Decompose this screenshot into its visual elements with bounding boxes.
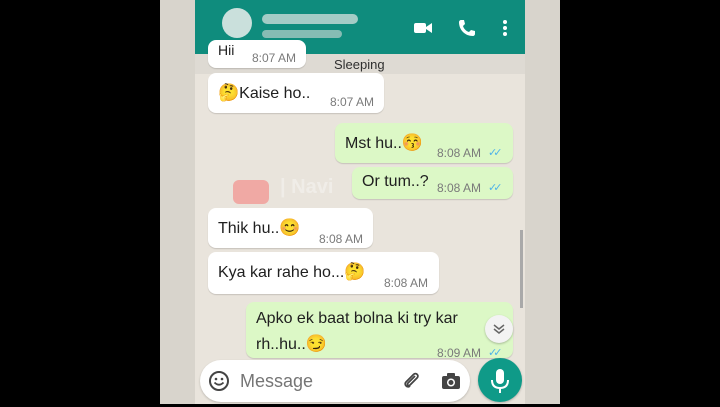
more-vert-icon[interactable] (495, 18, 515, 38)
avatar[interactable] (222, 8, 252, 38)
read-tick-icon: ✓✓ (488, 147, 503, 159)
message-bubble-outgoing[interactable]: Or tum..? 8:08 AM ✓✓ (352, 167, 513, 199)
message-bubble-incoming[interactable]: 🤔Kaise ho.. 8:07 AM (208, 73, 384, 113)
attach-icon[interactable] (400, 370, 422, 397)
message-time: 8:07 AM (330, 95, 375, 109)
read-tick-icon: ✓✓ (488, 182, 503, 194)
smirk-emoji: 😏 (305, 334, 327, 353)
contact-subtitle (262, 30, 342, 38)
camera-icon[interactable] (440, 370, 462, 397)
status-text: Sleeping (334, 57, 385, 72)
mic-button[interactable] (478, 358, 522, 402)
smiling-emoji: 😊 (279, 218, 301, 237)
message-time: 8:09 AM (437, 346, 482, 360)
phone-call-icon[interactable] (457, 18, 477, 38)
youtube-logo-watermark (233, 180, 269, 204)
kissing-emoji: 😚 (401, 133, 424, 152)
video-call-icon[interactable] (413, 18, 433, 38)
message-text: Thik hu..😊 (218, 218, 301, 238)
message-time: 8:08 AM (437, 181, 482, 195)
mic-icon (491, 369, 509, 393)
contact-name[interactable] (262, 14, 358, 24)
wallpaper-left (160, 0, 195, 404)
message-text-content: Mst hu.. (345, 135, 402, 152)
message-text-content: Kaise ho.. (239, 85, 311, 102)
message-input[interactable] (238, 370, 392, 393)
message-text: Mst hu..😚 (345, 133, 423, 153)
message-text: 🤔Kaise ho.. (218, 83, 310, 103)
wallpaper-right (525, 0, 560, 404)
message-text: Or tum..? (362, 173, 429, 190)
message-time: 8:08 AM (437, 146, 482, 160)
message-bubble-outgoing[interactable]: Mst hu..😚 8:08 AM ✓✓ (335, 123, 513, 163)
thinking-emoji: 🤔 (218, 83, 240, 102)
message-composer (200, 360, 470, 402)
message-bubble-incoming[interactable]: Hii 8:07 AM (208, 40, 306, 68)
scroll-to-bottom-button[interactable] (485, 315, 513, 343)
message-text-line1: Apko ek baat bolna ki try kar (256, 310, 458, 327)
watermark-text: | Navi (280, 176, 334, 198)
message-bubble-outgoing[interactable]: Apko ek baat bolna ki try kar rh..hu..😏 … (246, 302, 513, 360)
message-time: 8:08 AM (319, 232, 364, 246)
message-time: 8:07 AM (252, 51, 297, 65)
chevron-down-icon (493, 324, 505, 334)
scrollbar[interactable] (520, 230, 523, 308)
message-bubble-incoming[interactable]: Thik hu..😊 8:08 AM (208, 208, 373, 248)
message-text-content: Kya kar rahe ho... (218, 264, 345, 281)
emoji-icon[interactable] (208, 370, 230, 397)
message-text-line2: rh..hu..😏 (256, 334, 327, 354)
message-text-content: rh..hu.. (256, 336, 306, 353)
message-text: Kya kar rahe ho...🤔 (218, 262, 365, 282)
message-text: Hii (218, 42, 235, 58)
message-time: 8:08 AM (384, 276, 429, 290)
thinking-emoji: 🤔 (344, 262, 366, 281)
message-text-content: Thik hu.. (218, 220, 280, 237)
message-bubble-incoming[interactable]: Kya kar rahe ho...🤔 8:08 AM (208, 252, 439, 294)
